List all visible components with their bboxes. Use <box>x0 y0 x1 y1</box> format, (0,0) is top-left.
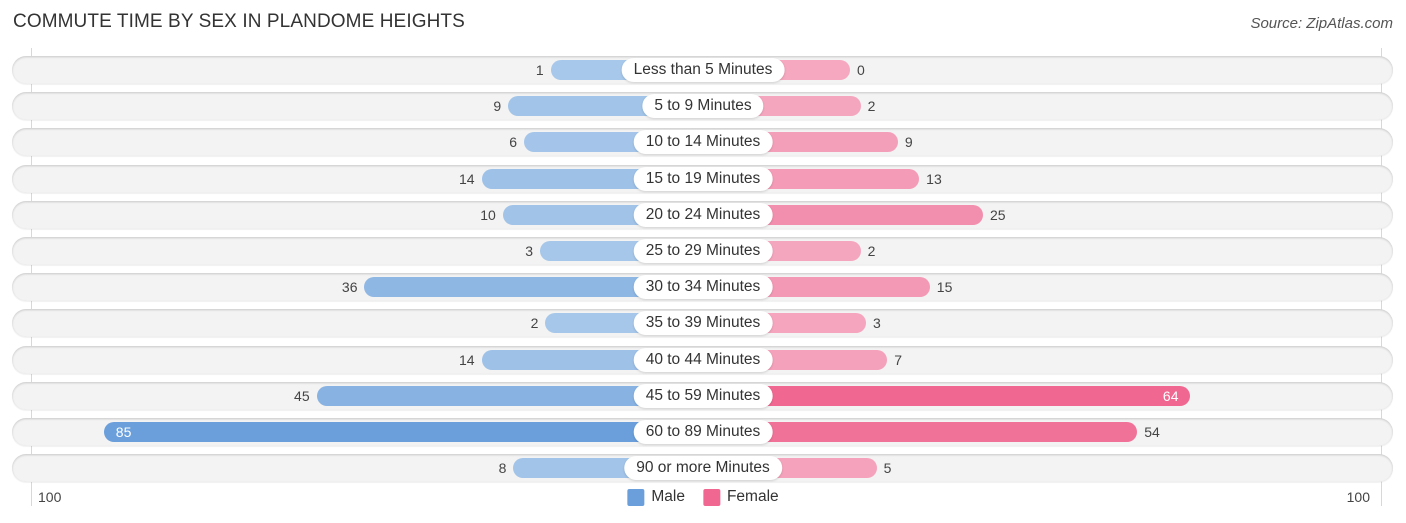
legend-label-male: Male <box>651 488 685 505</box>
value-label-male: 3 <box>525 243 534 259</box>
legend-label-female: Female <box>726 488 779 505</box>
value-label-male: 45 <box>294 387 310 404</box>
category-label: 5 to 9 Minutes <box>642 94 764 119</box>
value-label-female: 7 <box>894 351 903 368</box>
category-label: 25 to 29 Minutes <box>633 239 773 263</box>
value-label-male: 85 <box>115 424 132 440</box>
category-label: 30 to 34 Minutes <box>633 275 773 300</box>
value-label-female: 0 <box>857 62 865 78</box>
legend-item-male: Male <box>627 488 685 506</box>
value-label-female: 2 <box>867 98 876 115</box>
chart-title: COMMUTE TIME BY SEX IN PLANDOME HEIGHTS <box>13 11 465 32</box>
value-label-male: 36 <box>341 279 358 296</box>
category-label: 40 to 44 Minutes <box>633 347 773 372</box>
category-label: 60 to 89 Minutes <box>633 420 773 444</box>
legend: Male Female <box>627 488 779 506</box>
category-label: 90 or more Minutes <box>624 456 782 481</box>
legend-swatch-male <box>627 488 645 506</box>
value-label-male: 10 <box>480 206 496 223</box>
value-label-female: 64 <box>1162 387 1179 404</box>
value-label-male: 9 <box>493 98 502 115</box>
category-label: 45 to 59 Minutes <box>633 383 773 408</box>
value-label-female: 13 <box>926 170 942 187</box>
value-label-female: 15 <box>936 279 953 296</box>
legend-item-female: Female <box>702 488 779 506</box>
value-label-male: 6 <box>509 134 518 151</box>
category-label: Less than 5 Minutes <box>621 58 785 82</box>
value-label-female: 2 <box>867 243 876 259</box>
value-label-male: 2 <box>530 315 539 332</box>
value-label-male: 14 <box>458 170 475 187</box>
category-label: 10 to 14 Minutes <box>633 130 773 155</box>
value-label-female: 25 <box>990 206 1006 223</box>
source-label: Source: ZipAtlas.com <box>1250 15 1393 32</box>
value-label-female: 54 <box>1144 424 1160 440</box>
value-label-male: 14 <box>458 351 475 368</box>
value-label-male: 1 <box>535 62 544 78</box>
axis-label-left: 100 <box>38 489 62 505</box>
axis-label-right: 100 <box>1346 489 1370 505</box>
category-label: 35 to 39 Minutes <box>633 311 773 336</box>
legend-swatch-female <box>702 488 720 506</box>
category-label: 20 to 24 Minutes <box>633 202 773 227</box>
value-label-male: 8 <box>498 460 507 477</box>
value-label-female: 5 <box>883 460 892 477</box>
value-label-female: 3 <box>872 315 881 332</box>
bar-male[interactable] <box>103 422 703 442</box>
bar-female[interactable] <box>703 385 1191 406</box>
value-label-female: 9 <box>904 134 913 151</box>
category-label: 15 to 19 Minutes <box>633 166 773 191</box>
